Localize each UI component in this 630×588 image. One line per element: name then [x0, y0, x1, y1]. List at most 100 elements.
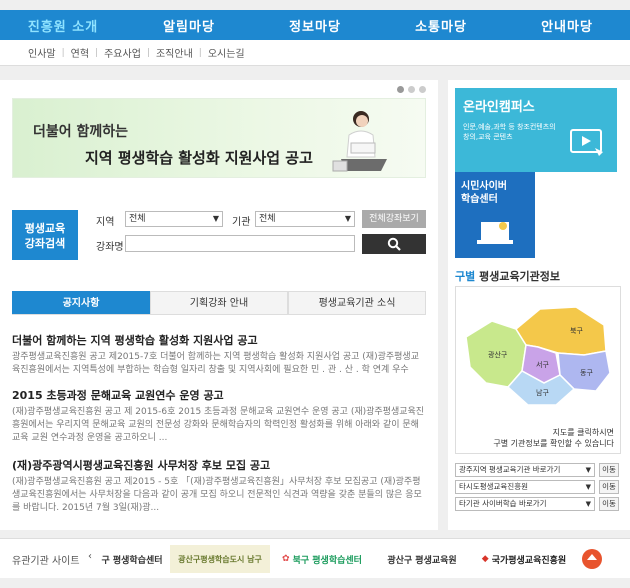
pager-dot[interactable]: [397, 86, 404, 93]
online-campus-desc: 인문,예술,과학 등 창조컨텐츠의 창의,교육 콘텐츠: [463, 123, 556, 141]
lecture-search: 평생교육 강좌검색 지역 전체 ▼ 기관 전체 ▼ 전체강좌보기 강좌명: [12, 208, 426, 260]
dropdown-arrow-icon: ▼: [585, 483, 591, 491]
org-select[interactable]: 전체 ▼: [255, 211, 355, 227]
subnav-organization[interactable]: 조직안내: [150, 45, 199, 60]
news-title[interactable]: 더불어 함께하는 지역 평생학습 활성화 지원사업 공고: [12, 332, 426, 348]
related-link-partial[interactable]: [580, 545, 604, 573]
dropdown-arrow-icon: ▼: [585, 500, 591, 508]
map-label-bukgu: 북구: [570, 327, 583, 335]
dropdown-arrow-icon: ▼: [585, 466, 591, 474]
region-info-title-rest: 평생교육기관정보: [475, 270, 561, 283]
dropdown-arrow-icon: ▼: [344, 214, 351, 223]
top-nav: 진흥원 소개 알림마당 정보마당 소통마당 안내마당: [0, 10, 630, 40]
laptop-icon: [477, 222, 513, 244]
subnav-directions[interactable]: 오시는길: [202, 45, 251, 60]
news-item[interactable]: (재)광주광역시평생교육진흥원 사무처장 후보 모집 공고 (재)광주평생교육진…: [12, 457, 426, 515]
banner-pager: [397, 86, 426, 93]
news-title[interactable]: 2015 초등과정 문해교육 교원연수 운영 공고: [12, 387, 426, 403]
select-label: 광주지역 평생교육기관 바로가기: [459, 465, 561, 474]
cyber-title-line2: 학습센터: [461, 194, 498, 205]
news-desc: 광주평생교육진흥원 공고 제2015-7호 더불어 함께하는 지역 평생학습 활…: [12, 352, 419, 375]
main-content: 더불어 함께하는 지역 평생학습 활성화 지원사업 공고 평생교육 강좌검색 지…: [0, 80, 438, 530]
pager-dot[interactable]: [408, 86, 415, 93]
region-select[interactable]: 전체 ▼: [125, 211, 223, 227]
region-label: 지역: [96, 217, 115, 228]
cyber-learning-card[interactable]: 시민사이버 학습센터: [455, 172, 535, 258]
search-button[interactable]: [362, 234, 426, 254]
map-note-line2: 구별 기관정보를 확인할 수 있습니다: [493, 439, 614, 448]
tab-planned-lectures[interactable]: 기획강좌 안내: [150, 291, 288, 314]
search-label: 평생교육 강좌검색: [12, 210, 78, 260]
org-label: 기관: [232, 217, 251, 228]
flower-logo-icon: ✿: [282, 554, 290, 564]
org-select-value: 전체: [259, 214, 276, 224]
select-label: 타기관 사이버학습 바로가기: [459, 499, 547, 508]
map-label-seogu: 서구: [536, 360, 549, 369]
gwangju-map: 광산구 북구 서구 동구 남구: [465, 306, 611, 406]
prev-arrow-icon[interactable]: ‹: [88, 551, 92, 562]
map-label-namgu: 남구: [536, 388, 549, 397]
nav-guide[interactable]: 안내마당: [504, 16, 630, 35]
partner-logo-icon: [582, 549, 602, 569]
search-label-line2: 강좌검색: [24, 237, 66, 250]
reading-woman-illustration: [332, 111, 387, 172]
subnav-projects[interactable]: 주요사업: [98, 45, 147, 60]
tab-institution-news[interactable]: 평생교육기관 소식: [288, 291, 426, 314]
search-icon: [387, 237, 401, 251]
news-desc: (재)광주평생교육진흥원 공고 제 2015-6호 2015 초등과정 문해교육…: [12, 407, 425, 443]
select-label: 타시도평생교육진흥원: [459, 482, 528, 491]
nav-about[interactable]: 진흥원 소개: [0, 16, 126, 35]
tab-notice[interactable]: 공지사항: [12, 291, 150, 314]
related-sites-label: 유관기관 사이트: [12, 556, 80, 567]
related-link-label: 북구 평생학습센터: [292, 555, 362, 566]
nav-info[interactable]: 정보마당: [252, 16, 378, 35]
map-note-line1: 지도를 클릭하시면: [552, 428, 614, 437]
subnav-greeting[interactable]: 인사말: [22, 45, 62, 60]
dropdown-arrow-icon: ▼: [212, 214, 219, 223]
news-desc: (재)광주평생교육진흥원 공고 제2015 - 5호 「(재)광주평생교육진흥원…: [12, 477, 422, 513]
lecture-name-label: 강좌명: [96, 242, 124, 253]
view-all-lectures-button[interactable]: 전체강좌보기: [362, 210, 426, 228]
main-banner[interactable]: 더불어 함께하는 지역 평생학습 활성화 지원사업 공고: [12, 98, 426, 178]
news-item[interactable]: 2015 초등과정 문해교육 교원연수 운영 공고 (재)광주평생교육진흥원 공…: [12, 387, 426, 445]
region-info-title: 구별 평생교육기관정보: [455, 268, 560, 284]
cyber-learning-select[interactable]: 타기관 사이버학습 바로가기 ▼: [455, 497, 595, 511]
related-link[interactable]: 광산구평생학습도시 남구: [170, 545, 270, 573]
gwangju-institutions-select[interactable]: 광주지역 평생교육기관 바로가기 ▼: [455, 463, 595, 477]
nav-community[interactable]: 소통마당: [378, 16, 504, 35]
banner-line2: 지역 평생학습 활성화 지원사업 공고: [85, 149, 313, 167]
cyber-learning-title: 시민사이버 학습센터: [461, 180, 507, 206]
online-campus-title: 온라인캠퍼스: [463, 100, 535, 115]
nav-notice[interactable]: 알림마당: [126, 16, 252, 35]
video-play-icon: [570, 129, 603, 156]
other-region-select[interactable]: 타시도평생교육진흥원 ▼: [455, 480, 595, 494]
map-instruction: 지도를 클릭하시면 구별 기관정보를 확인할 수 있습니다: [456, 427, 620, 449]
board-tabs: 공지사항 기획강좌 안내 평생교육기관 소식: [12, 291, 426, 315]
related-link[interactable]: ✿ 북구 평생학습센터: [276, 545, 368, 573]
region-info-title-blue: 구별: [455, 270, 476, 283]
map-label-donggu: 동구: [580, 369, 593, 377]
region-select-value: 전체: [129, 214, 146, 224]
sub-nav: 인사말 | 연혁 | 주요사업 | 조직안내 | 오시는길: [0, 40, 630, 66]
lecture-name-input[interactable]: [125, 235, 355, 252]
search-label-line1: 평생교육: [24, 222, 66, 235]
news-title[interactable]: (재)광주광역시평생교육진흥원 사무처장 후보 모집 공고: [12, 457, 426, 473]
nile-logo-icon: ◆: [481, 554, 489, 564]
news-item[interactable]: 더불어 함께하는 지역 평생학습 활성화 지원사업 공고 광주평생교육진흥원 공…: [12, 332, 426, 377]
subnav-history[interactable]: 연혁: [65, 45, 95, 60]
related-link[interactable]: 구 평생학습센터: [100, 545, 164, 573]
map-label-gwangsan: 광산구: [488, 350, 508, 359]
go-button[interactable]: 이동: [599, 463, 619, 477]
side-column: 온라인캠퍼스 인문,예술,과학 등 창조컨텐츠의 창의,교육 콘텐츠 시민사이버…: [448, 80, 630, 530]
related-link[interactable]: 광산구 평생교육원: [376, 545, 468, 573]
district-map: 광산구 북구 서구 동구 남구 지도를 클릭하시면 구별 기관정보를 확인할 수…: [455, 286, 621, 454]
online-campus-card[interactable]: 온라인캠퍼스 인문,예술,과학 등 창조컨텐츠의 창의,교육 콘텐츠: [455, 88, 617, 172]
related-sites-bar: 유관기관 사이트 ‹ 구 평생학습센터 광산구평생학습도시 남구 ✿ 북구 평생…: [0, 538, 630, 578]
banner-line1: 더불어 함께하는: [33, 124, 129, 140]
related-link-label: 국가평생교육진흥원: [491, 555, 567, 566]
cyber-title-line1: 시민사이버: [461, 181, 507, 192]
related-link[interactable]: ◆ 국가평생교육진흥원: [474, 545, 574, 573]
pager-dot[interactable]: [419, 86, 426, 93]
go-button[interactable]: 이동: [599, 497, 619, 511]
go-button[interactable]: 이동: [599, 480, 619, 494]
